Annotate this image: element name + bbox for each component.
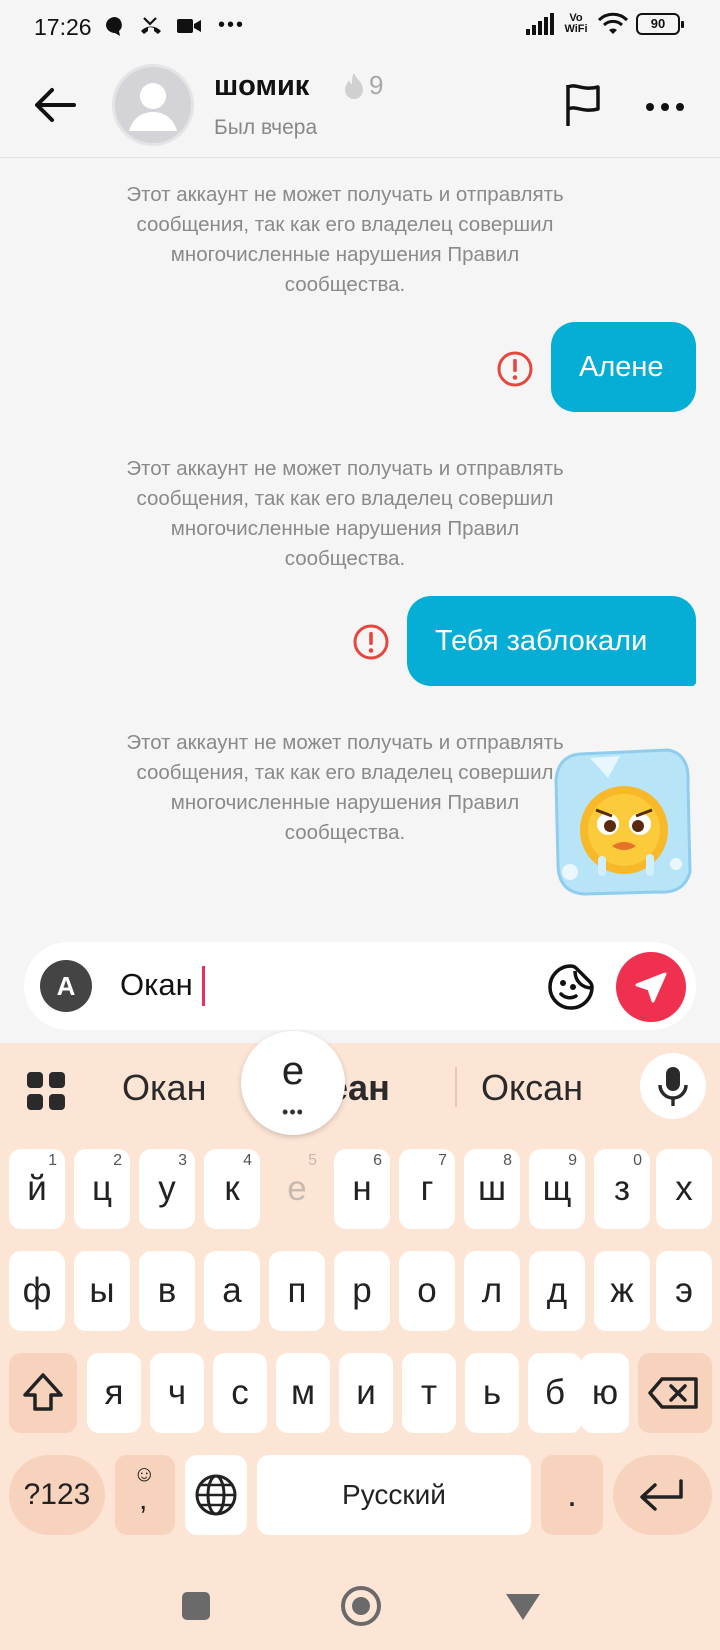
error-icon[interactable]	[496, 350, 534, 388]
system-notice: Этот аккаунт не может получать и отправл…	[126, 731, 564, 844]
flame-icon	[345, 72, 363, 99]
key-д[interactable]: д	[529, 1251, 585, 1331]
key-м[interactable]: м	[276, 1353, 330, 1433]
default-avatar-icon	[129, 83, 177, 131]
contact-name[interactable]: шомик	[214, 70, 309, 103]
key-ш[interactable]: ш8	[464, 1149, 520, 1229]
key-ф[interactable]: ф	[9, 1251, 65, 1331]
key-ю[interactable]: ю	[581, 1353, 629, 1433]
key-т[interactable]: т	[402, 1353, 456, 1433]
backspace-key[interactable]	[638, 1353, 712, 1433]
enter-icon	[640, 1479, 683, 1511]
key-й[interactable]: й1	[9, 1149, 65, 1229]
streak-count: 9	[369, 70, 384, 100]
text-caret	[202, 966, 205, 1006]
key-в[interactable]: в	[139, 1251, 195, 1331]
key-ь[interactable]: ь	[465, 1353, 519, 1433]
chat-header: шомик 9 Был вчера	[0, 56, 720, 158]
outgoing-message[interactable]: Тебя заблокали	[407, 596, 696, 686]
nav-back-icon[interactable]	[506, 1594, 540, 1620]
avatar[interactable]	[112, 64, 194, 146]
key-я[interactable]: я	[87, 1353, 141, 1433]
shift-key[interactable]	[9, 1353, 77, 1433]
key-п[interactable]: п	[269, 1251, 325, 1331]
status-time: 17:26	[34, 14, 92, 40]
backspace-icon	[648, 1377, 698, 1409]
emoji-icon: ☺	[133, 1461, 156, 1486]
home-icon[interactable]	[341, 1586, 381, 1626]
back-arrow-icon[interactable]	[30, 80, 80, 130]
voice-input-button[interactable]	[640, 1053, 706, 1119]
space-key[interactable]: Русский	[257, 1455, 531, 1535]
video-icon	[177, 18, 201, 33]
system-notice: Этот аккаунт не может получать и отправл…	[126, 183, 564, 296]
frozen-chick-sticker[interactable]	[550, 744, 696, 896]
missed-call-icon	[141, 16, 161, 34]
more-dots-icon: •••	[218, 14, 246, 36]
symbols-key[interactable]: ?123	[9, 1455, 105, 1535]
emoji-comma-key[interactable]: ☺ ,	[115, 1455, 175, 1535]
message-input[interactable]	[120, 962, 440, 1008]
error-icon[interactable]	[352, 623, 390, 661]
key-ы[interactable]: ы	[74, 1251, 130, 1331]
key-с[interactable]: с	[213, 1353, 267, 1433]
key-б[interactable]: б	[528, 1353, 582, 1433]
more-variants-indicator: •••	[282, 1102, 304, 1122]
key-л[interactable]: л	[464, 1251, 520, 1331]
signal-icon	[526, 13, 554, 35]
key-щ[interactable]: щ9	[529, 1149, 585, 1229]
chat-icon	[106, 16, 122, 36]
key-н[interactable]: н6	[334, 1149, 390, 1229]
key-о[interactable]: о	[399, 1251, 455, 1331]
key-р[interactable]: р	[334, 1251, 390, 1331]
key-а[interactable]: а	[204, 1251, 260, 1331]
apps-grid-icon[interactable]	[26, 1071, 66, 1111]
keyboard: Окан Океан Оксан е ••• й1 ц2 у3 к4 е5 н6…	[0, 1031, 720, 1650]
language-key[interactable]	[185, 1455, 247, 1535]
notification-icons: •••	[104, 14, 245, 37]
key-у[interactable]: у3	[139, 1149, 195, 1229]
key-preview-popup: е •••	[241, 1031, 345, 1135]
system-nav-bar	[0, 1570, 720, 1650]
key-preview-char: е	[281, 1049, 305, 1093]
more-options-icon[interactable]	[640, 82, 690, 132]
suggestion-1[interactable]: Окан	[122, 1061, 206, 1115]
key-ц[interactable]: ц2	[74, 1149, 130, 1229]
system-notice: Этот аккаунт не может получать и отправл…	[126, 457, 564, 570]
key-ч[interactable]: ч	[150, 1353, 204, 1433]
key-к[interactable]: к4	[204, 1149, 260, 1229]
key-е[interactable]: е5	[269, 1149, 325, 1229]
period-key[interactable]: .	[541, 1455, 603, 1535]
shift-icon	[23, 1373, 63, 1411]
key-х[interactable]: х	[656, 1149, 712, 1229]
send-icon	[635, 972, 667, 1003]
key-г[interactable]: г7	[399, 1149, 455, 1229]
send-button[interactable]	[616, 952, 686, 1022]
battery-indicator: 90	[636, 13, 684, 35]
enter-key[interactable]	[613, 1455, 712, 1535]
flag-icon[interactable]	[560, 80, 606, 130]
microphone-icon	[658, 1067, 688, 1106]
last-seen-status: Был вчера	[214, 116, 318, 139]
sticker-icon[interactable]	[546, 962, 596, 1012]
streak-badge: 9	[343, 70, 383, 101]
key-и[interactable]: и	[339, 1353, 393, 1433]
outgoing-message[interactable]: Алене	[551, 322, 696, 412]
keyboard-switch-button[interactable]: A	[40, 960, 92, 1012]
vowifi-label: Vo WiFi	[564, 12, 588, 35]
message-composer: A	[24, 942, 696, 1030]
status-right: Vo WiFi 90	[526, 12, 684, 36]
globe-icon	[195, 1474, 237, 1516]
status-bar: 17:26 ••• Vo WiFi 90	[0, 0, 720, 56]
key-ж[interactable]: ж	[594, 1251, 650, 1331]
wifi-icon	[598, 12, 628, 34]
suggestion-3[interactable]: Оксан	[481, 1061, 583, 1115]
suggestion-divider	[455, 1067, 457, 1107]
key-э[interactable]: э	[656, 1251, 712, 1331]
recents-icon[interactable]	[182, 1592, 210, 1620]
key-з[interactable]: з0	[594, 1149, 650, 1229]
